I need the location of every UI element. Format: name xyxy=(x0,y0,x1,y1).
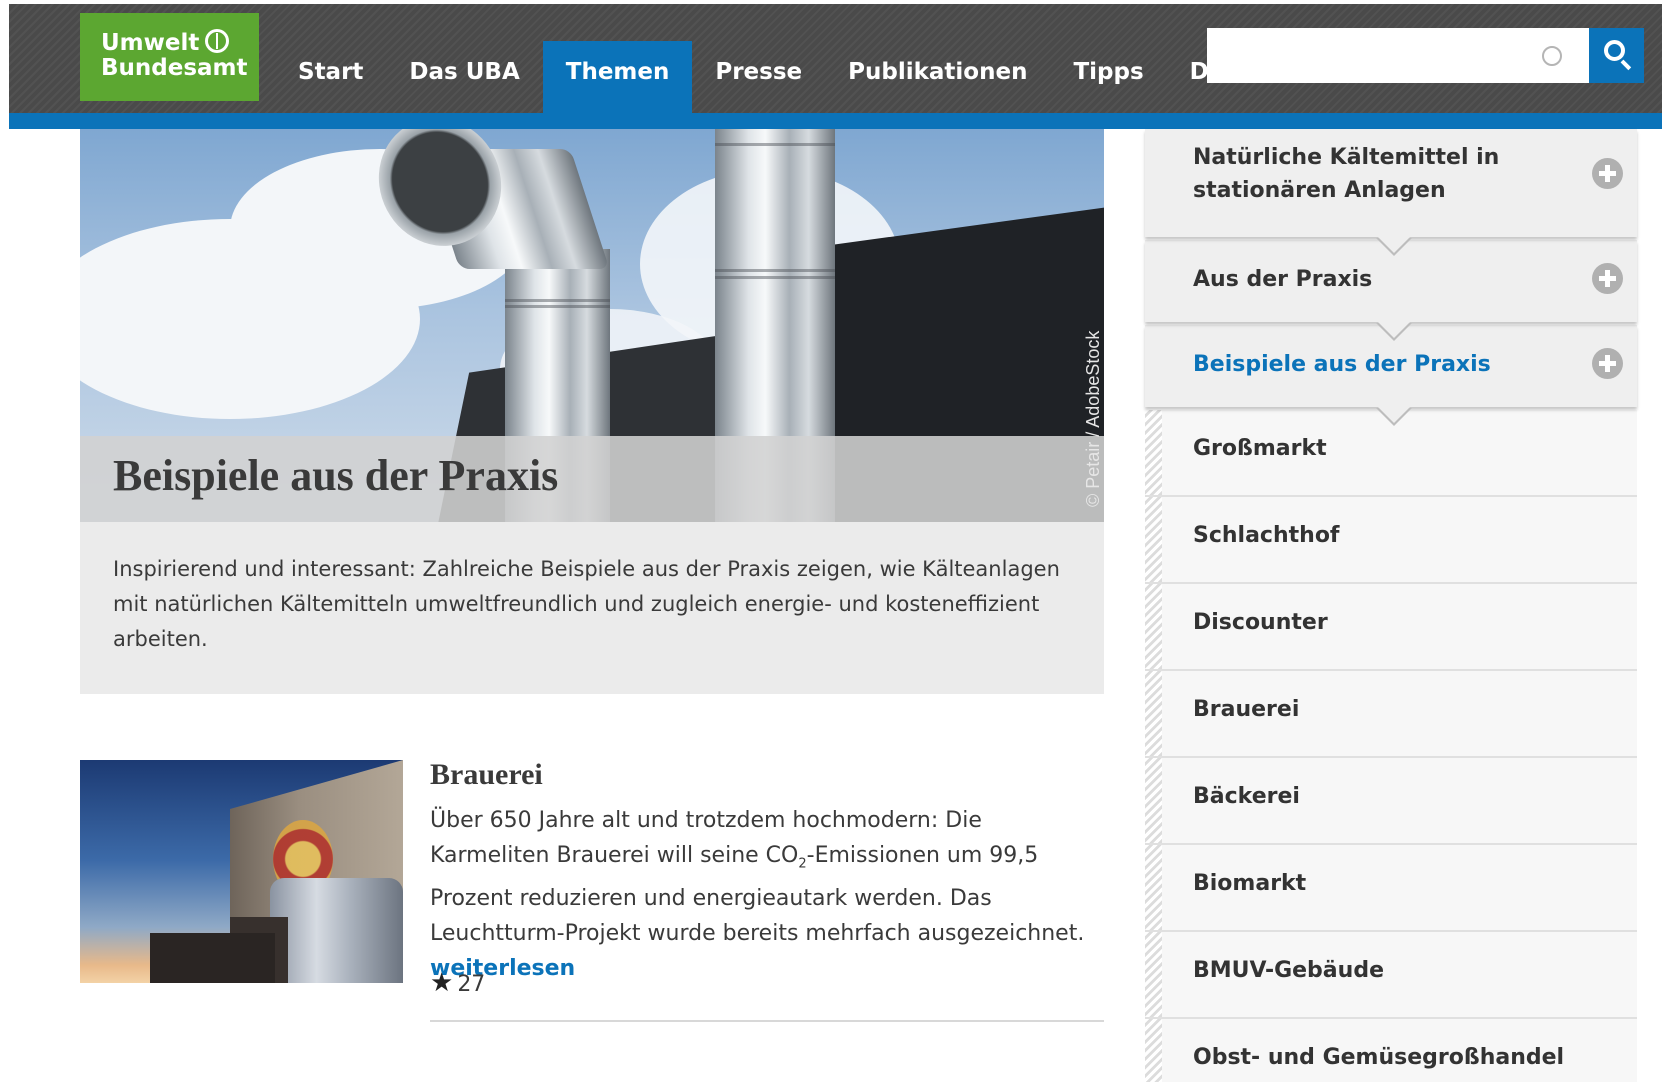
sidebar-item-bmuv-gebaeude[interactable]: BMUV-Gebäude xyxy=(1145,932,1637,1019)
sidebar-item-label: Obst- und Gemüsegroßhandel xyxy=(1193,1045,1565,1070)
nav-item-themen[interactable]: Themen xyxy=(542,41,693,113)
intro-text: Inspirierend und interessant: Zahlreiche… xyxy=(80,522,1104,694)
page-title: Beispiele aus der Praxis xyxy=(113,451,559,500)
globe-icon xyxy=(205,29,230,53)
nav-item-tipps[interactable]: Tipps xyxy=(1050,41,1166,113)
star-icon[interactable]: ★ xyxy=(430,968,453,998)
sidebar-nav: Natürliche Kältemittel in stationären Anl… xyxy=(1145,129,1637,1082)
teaser-image[interactable] xyxy=(80,760,403,983)
sidebar-item-label: Brauerei xyxy=(1193,697,1300,722)
sidebar-item-schlachthof[interactable]: Schlachthof xyxy=(1145,497,1637,584)
divider xyxy=(430,1020,1104,1022)
logo-line-2: Bundesamt xyxy=(101,55,248,81)
logo-line-1: Umwelt xyxy=(101,29,259,56)
uba-logo[interactable]: Umwelt Bundesamt xyxy=(80,13,259,101)
expand-icon[interactable] xyxy=(1592,263,1623,294)
rating: ★ 27 xyxy=(430,968,485,998)
sidebar-item-obst-und-gemuesegrosshandel[interactable]: Obst- und Gemüsegroßhandel xyxy=(1145,1019,1637,1082)
sidebar-item-label: BMUV-Gebäude xyxy=(1193,958,1384,983)
expand-icon[interactable] xyxy=(1592,158,1623,189)
sidebar-item-label: Schlachthof xyxy=(1193,523,1340,548)
sidebar-section-label: Beispiele aus der Praxis xyxy=(1193,352,1491,377)
rating-count: 27 xyxy=(457,972,486,997)
teaser-text: Über 650 Jahre alt und trotzdem hochmode… xyxy=(430,808,1085,982)
nav-item-das-uba[interactable]: Das UBA xyxy=(386,41,542,113)
sidebar-item-label: Großmarkt xyxy=(1193,436,1327,461)
sidebar-section-label: Aus der Praxis xyxy=(1193,267,1373,292)
main-nav: Start Das UBA Themen Presse Publikatione… xyxy=(275,41,1290,113)
nav-item-presse[interactable]: Presse xyxy=(692,41,825,113)
search-button[interactable] xyxy=(1589,28,1644,83)
sidebar-item-discounter[interactable]: Discounter xyxy=(1145,584,1637,671)
search-icon xyxy=(1604,40,1625,61)
sidebar-section-label: Natürliche Kältemittel in stationären Anl… xyxy=(1193,145,1500,203)
sidebar-item-label: Bäckerei xyxy=(1193,784,1300,809)
expand-icon[interactable] xyxy=(1592,348,1623,379)
search-form xyxy=(1207,28,1644,83)
search-input[interactable] xyxy=(1207,28,1589,83)
sidebar-section-natuerliche-kaeltemittel[interactable]: Natürliche Kältemittel in stationären Anl… xyxy=(1145,129,1637,256)
header-accent-bar xyxy=(9,113,1662,129)
nav-item-publikationen[interactable]: Publikationen xyxy=(825,41,1050,113)
sidebar-item-label: Biomarkt xyxy=(1193,871,1307,896)
sidebar-item-label: Discounter xyxy=(1193,610,1328,635)
sidebar-item-biomarkt[interactable]: Biomarkt xyxy=(1145,845,1637,932)
teaser-title[interactable]: Brauerei xyxy=(430,758,543,792)
hero-image: Beispiele aus der Praxis © Petair / Adob… xyxy=(80,129,1104,522)
image-credit: © Petair / AdobeStock xyxy=(1083,330,1103,507)
sidebar-item-baeckerei[interactable]: Bäckerei xyxy=(1145,758,1637,845)
sidebar-item-brauerei[interactable]: Brauerei xyxy=(1145,671,1637,758)
clear-icon[interactable] xyxy=(1542,46,1562,66)
nav-item-start[interactable]: Start xyxy=(275,41,386,113)
site-header: Umwelt Bundesamt Start Das UBA Themen Pr… xyxy=(9,4,1662,129)
hero-title-bar: Beispiele aus der Praxis xyxy=(80,436,1104,522)
